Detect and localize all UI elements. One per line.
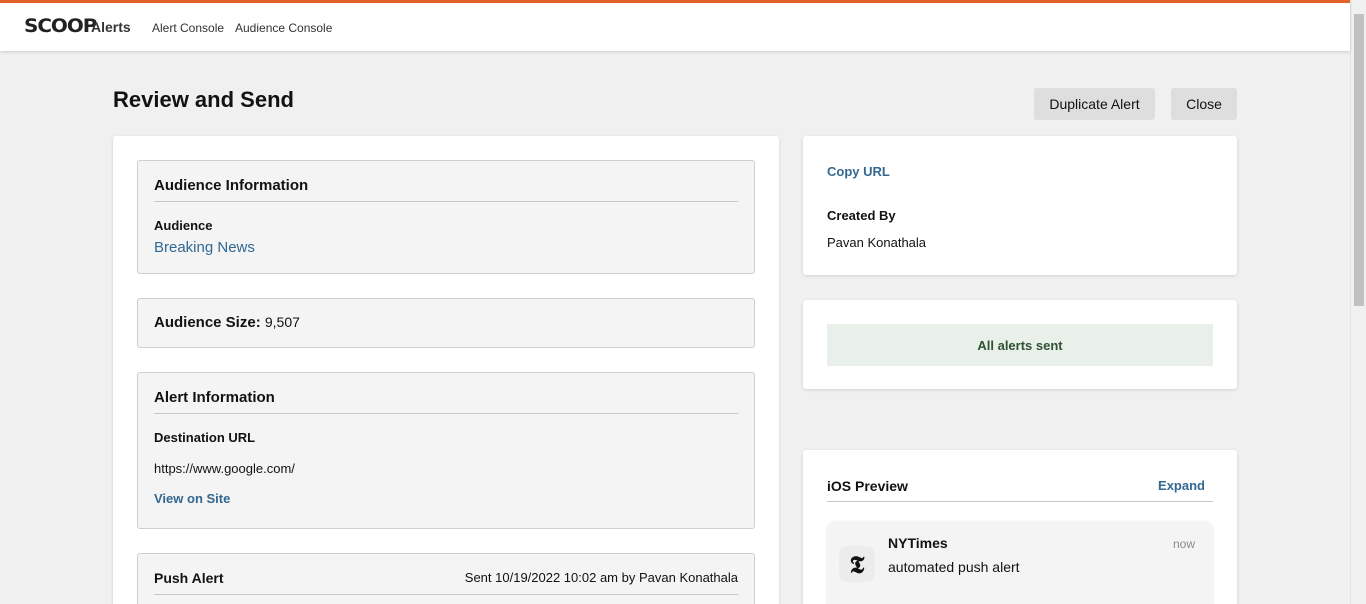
scrollbar-thumb[interactable] (1354, 14, 1364, 306)
duplicate-alert-button[interactable]: Duplicate Alert (1034, 88, 1155, 120)
audience-size-value: 9,507 (264, 314, 300, 330)
push-alert-status: Sent 10/19/2022 10:02 am by Pavan Konath… (464, 570, 738, 585)
page-scrollbar[interactable] (1350, 0, 1366, 604)
push-alert-panel: Push Alert Sent 10/19/2022 10:02 am by P… (137, 553, 755, 604)
divider (154, 594, 738, 595)
created-by-value: Pavan Konathala (827, 235, 927, 250)
destination-url-label: Destination URL (154, 430, 256, 445)
top-bar: SCOOP Alerts Alert Console Audience Cons… (0, 0, 1350, 51)
notification-time: now (1172, 537, 1195, 551)
send-status-card: All alerts sent (803, 300, 1237, 389)
notification-app-name: NYTimes (888, 535, 948, 551)
audience-label: Audience (154, 218, 213, 233)
destination-url-value: https://www.google.com/ (154, 461, 295, 476)
nytimes-logo-icon: 𝕿 (839, 546, 875, 582)
expand-link[interactable]: Expand (1158, 478, 1205, 493)
ios-preview-card: iOS Preview Expand 𝕿 NYTimes now automat… (803, 450, 1237, 604)
audience-information-panel: Audience Information Audience Breaking N… (137, 160, 755, 274)
copy-url-link[interactable]: Copy URL (827, 164, 890, 179)
alert-information-panel: Alert Information Destination URL https:… (137, 372, 755, 529)
alert-information-title: Alert Information (154, 389, 275, 406)
all-alerts-sent-banner: All alerts sent (827, 324, 1213, 366)
nav-audience-console[interactable]: Audience Console (235, 21, 332, 35)
ios-preview-title: iOS Preview (827, 478, 908, 494)
close-button[interactable]: Close (1171, 88, 1237, 120)
audience-size-label: Audience Size: (154, 314, 261, 331)
ios-notification-preview: 𝕿 NYTimes now automated push alert (827, 521, 1213, 604)
app-name: Alerts (91, 19, 131, 35)
alert-meta-card: Copy URL Created By Pavan Konathala (803, 136, 1237, 275)
alert-details-card: Audience Information Audience Breaking N… (113, 136, 779, 604)
created-by-label: Created By (827, 208, 896, 223)
nav-alert-console[interactable]: Alert Console (152, 21, 224, 35)
divider (154, 201, 738, 202)
push-alert-title: Push Alert (154, 570, 224, 586)
notification-message: automated push alert (888, 559, 1020, 575)
audience-size: Audience Size: 9,507 (154, 314, 300, 331)
audience-size-panel: Audience Size: 9,507 (137, 298, 755, 348)
divider (827, 501, 1213, 502)
divider (154, 413, 738, 414)
page-title: Review and Send (113, 87, 294, 112)
audience-information-title: Audience Information (154, 177, 309, 194)
view-on-site-link[interactable]: View on Site (154, 491, 230, 506)
scoop-logo[interactable]: SCOOP (24, 15, 97, 37)
audience-link[interactable]: Breaking News (154, 239, 255, 256)
